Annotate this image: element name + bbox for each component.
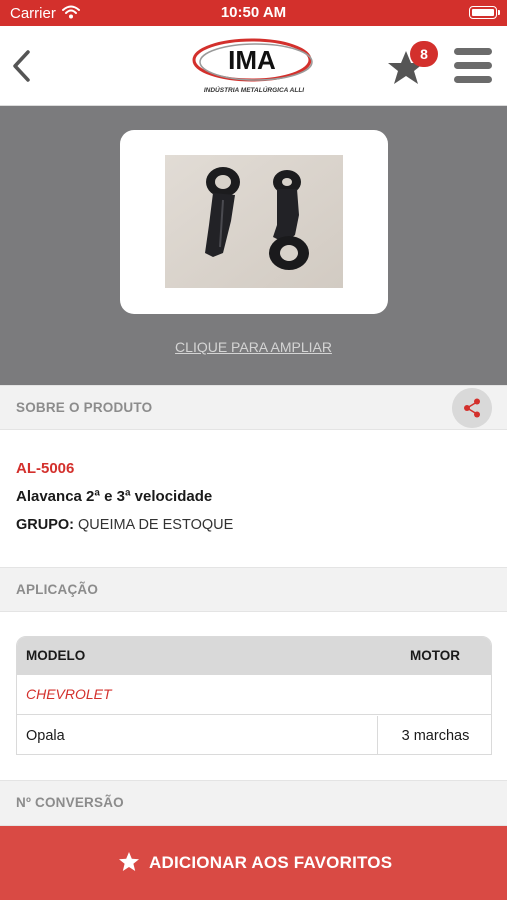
product-image-card[interactable] [120,130,388,314]
table-header: MODELO MOTOR [17,637,491,675]
product-image-area: CLIQUE PARA AMPLIAR [0,106,507,385]
model-cell: Opala [26,728,65,744]
svg-text:INDÚSTRIA METALÚRGICA ALLI: INDÚSTRIA METALÚRGICA ALLI [204,85,304,94]
motor-cell: 3 marchas [377,716,491,754]
about-section-header: SOBRE O PRODUTO [0,385,507,430]
product-code: AL-5006 [16,460,75,477]
group-value: QUEIMA DE ESTOQUE [78,517,234,533]
section-title: APLICAÇÃO [16,582,99,597]
brand-name: CHEVROLET [26,686,112,702]
ima-logo: IMA INDÚSTRIA METALÚRGICA ALLI [192,38,313,94]
favorites-count-badge: 8 [410,41,438,67]
add-to-favorites-label: ADICIONAR AOS FAVORITOS [149,853,393,872]
add-to-favorites-button[interactable]: ADICIONAR AOS FAVORITOS [0,826,507,900]
status-bar: Carrier 10:50 AM [0,0,507,26]
hamburger-menu-icon[interactable] [454,48,492,84]
navigation-bar: IMA INDÚSTRIA METALÚRGICA ALLI 8 [0,26,507,106]
product-name: Alavanca 2ª e 3ª velocidade [16,488,213,505]
star-icon [119,852,139,871]
application-section-header: APLICAÇÃO [0,567,507,612]
battery-icon [469,6,500,19]
table-row: Opala 3 marchas [17,716,491,754]
section-title: Nº CONVERSÃO [16,795,124,810]
chevron-left-icon[interactable] [8,48,36,84]
brand-row: CHEVROLET [17,675,491,715]
enlarge-image-link[interactable]: CLIQUE PARA AMPLIAR [0,339,507,355]
section-title: SOBRE O PRODUTO [16,400,153,415]
column-header-motor: MOTOR [410,648,460,663]
product-photo[interactable] [165,155,343,288]
svg-text:IMA: IMA [228,45,276,75]
product-group: GRUPO: QUEIMA DE ESTOQUE [16,517,233,533]
group-label: GRUPO: [16,517,74,533]
conversion-section-header: Nº CONVERSÃO [0,780,507,826]
share-icon[interactable] [452,388,492,428]
column-header-model: MODELO [26,648,86,663]
application-table: MODELO MOTOR CHEVROLET Opala 3 marchas [16,636,492,755]
clock: 10:50 AM [220,4,287,21]
